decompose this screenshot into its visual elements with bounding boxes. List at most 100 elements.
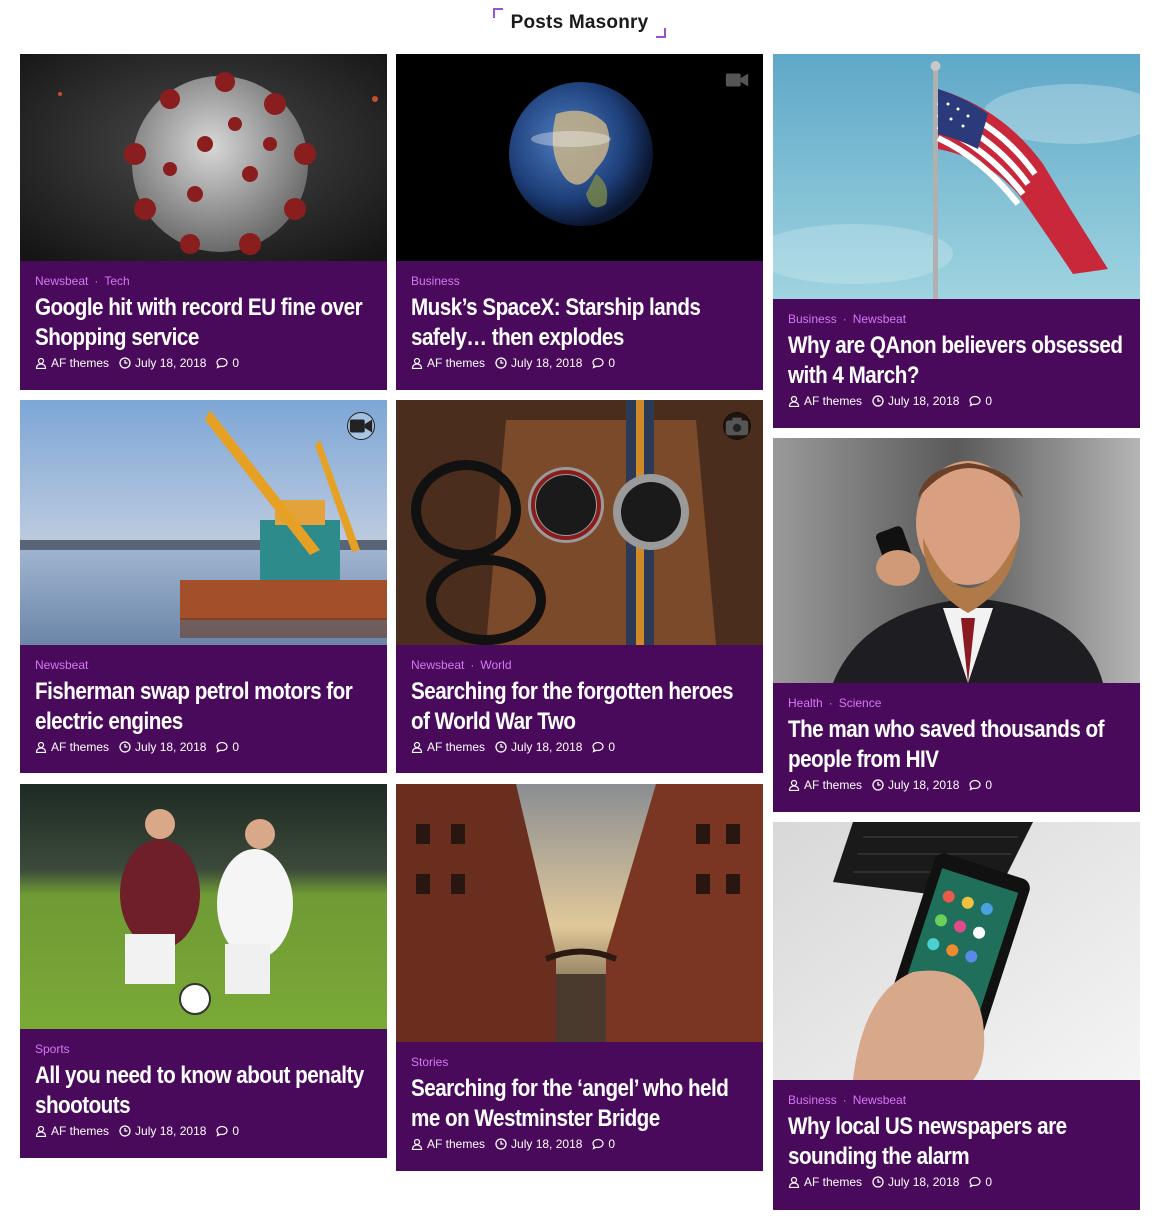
post-image[interactable] bbox=[396, 54, 763, 261]
post-card[interactable]: Stories Searching for the ‘angel’ who he… bbox=[396, 784, 763, 1171]
post-comments[interactable]: 0 bbox=[216, 1123, 239, 1139]
post-card[interactable]: Sports All you need to know about penalt… bbox=[20, 784, 387, 1158]
video-icon bbox=[349, 419, 373, 433]
post-author[interactable]: AF themes bbox=[411, 739, 485, 755]
post-image[interactable] bbox=[773, 54, 1140, 299]
comment-icon bbox=[592, 1138, 605, 1150]
post-meta: AF themes July 18, 2018 0 bbox=[788, 777, 1128, 793]
post-categories: Health · Science bbox=[788, 696, 882, 710]
post-image[interactable] bbox=[20, 400, 387, 645]
post-comments[interactable]: 0 bbox=[592, 739, 615, 755]
category-link[interactable]: Business bbox=[788, 1093, 837, 1107]
post-body: Newsbeat Fisherman swap petrol motors fo… bbox=[35, 657, 375, 755]
user-icon bbox=[35, 357, 47, 369]
post-author[interactable]: AF themes bbox=[411, 1136, 485, 1152]
post-body: Business · Newsbeat Why local US newspaper… bbox=[788, 1092, 1128, 1190]
post-date[interactable]: July 18, 2018 bbox=[119, 355, 206, 371]
post-body: Business · Newsbeat Why are QAnon believer… bbox=[788, 311, 1128, 409]
post-title[interactable]: Searching for the forgotten heroes of Wo… bbox=[411, 677, 750, 737]
post-meta: AF themes July 18, 2018 0 bbox=[35, 1123, 375, 1139]
post-title[interactable]: Google hit with record EU fine over Shop… bbox=[35, 293, 374, 353]
category-link[interactable]: Business bbox=[788, 312, 837, 326]
post-meta: AF themes July 18, 2018 0 bbox=[35, 739, 375, 755]
post-categories: Stories bbox=[411, 1054, 751, 1070]
post-comments[interactable]: 0 bbox=[216, 355, 239, 371]
post-date[interactable]: July 18, 2018 bbox=[119, 739, 206, 755]
clock-icon bbox=[495, 357, 507, 369]
category-link[interactable]: Newsbeat bbox=[853, 1093, 906, 1107]
flag-image bbox=[773, 54, 1140, 299]
user-icon bbox=[788, 1176, 800, 1188]
post-comments[interactable]: 0 bbox=[592, 1136, 615, 1152]
category-link[interactable]: Newsbeat bbox=[35, 274, 88, 288]
post-image[interactable] bbox=[396, 400, 763, 645]
post-date[interactable]: July 18, 2018 bbox=[119, 1123, 206, 1139]
post-author[interactable]: AF themes bbox=[788, 777, 862, 793]
category-link[interactable]: Science bbox=[839, 696, 882, 710]
post-meta: AF themes July 18, 2018 0 bbox=[411, 739, 751, 755]
post-title[interactable]: Fisherman swap petrol motors for electri… bbox=[35, 677, 374, 737]
category-link[interactable]: Newsbeat bbox=[853, 312, 906, 326]
post-comments[interactable]: 0 bbox=[969, 393, 992, 409]
post-author[interactable]: AF themes bbox=[35, 1123, 109, 1139]
post-date[interactable]: July 18, 2018 bbox=[495, 739, 582, 755]
post-title[interactable]: Why local US newspapers are sounding the… bbox=[788, 1112, 1127, 1172]
category-link[interactable]: Stories bbox=[411, 1055, 448, 1069]
comment-icon bbox=[592, 741, 605, 753]
post-card[interactable]: Newsbeat · World Searching for the forgott… bbox=[396, 400, 763, 773]
post-categories: Sports bbox=[35, 1041, 375, 1057]
ship-image bbox=[20, 400, 387, 645]
post-date[interactable]: July 18, 2018 bbox=[495, 355, 582, 371]
post-title[interactable]: Why are QAnon believers obsessed with 4 … bbox=[788, 331, 1127, 391]
post-card[interactable]: Business · Newsbeat Why are QAnon believer… bbox=[773, 54, 1140, 428]
user-icon bbox=[411, 357, 423, 369]
post-image[interactable] bbox=[773, 438, 1140, 683]
comment-icon bbox=[216, 1125, 229, 1137]
post-card[interactable]: Newsbeat Fisherman swap petrol motors fo… bbox=[20, 400, 387, 773]
post-comments[interactable]: 0 bbox=[969, 1174, 992, 1190]
clock-icon bbox=[119, 1125, 131, 1137]
post-card[interactable]: Business Musk’s SpaceX: Starship lands s… bbox=[396, 54, 763, 390]
post-author[interactable]: AF themes bbox=[35, 739, 109, 755]
post-card[interactable]: Health · Science The man who saved thousan… bbox=[773, 438, 1140, 812]
post-body: Stories Searching for the ‘angel’ who he… bbox=[411, 1054, 751, 1152]
category-link[interactable]: Sports bbox=[35, 1042, 70, 1056]
comment-icon bbox=[969, 779, 982, 791]
post-card[interactable]: Business · Newsbeat Why local US newspaper… bbox=[773, 822, 1140, 1210]
post-image[interactable] bbox=[20, 54, 387, 261]
post-categories: Newsbeat · World bbox=[411, 658, 512, 672]
post-date[interactable]: July 18, 2018 bbox=[872, 393, 959, 409]
post-comments[interactable]: 0 bbox=[216, 739, 239, 755]
post-author[interactable]: AF themes bbox=[411, 355, 485, 371]
post-comments[interactable]: 0 bbox=[969, 777, 992, 793]
post-image[interactable] bbox=[396, 784, 763, 1042]
post-comments[interactable]: 0 bbox=[592, 355, 615, 371]
post-image[interactable] bbox=[20, 784, 387, 1029]
category-link[interactable]: World bbox=[480, 658, 511, 672]
post-title[interactable]: The man who saved thousands of people fr… bbox=[788, 715, 1127, 775]
post-author[interactable]: AF themes bbox=[788, 1174, 862, 1190]
post-body: Health · Science The man who saved thousan… bbox=[788, 695, 1128, 793]
post-title[interactable]: Musk’s SpaceX: Starship lands safely… th… bbox=[411, 293, 750, 353]
category-link[interactable]: Business bbox=[411, 274, 460, 288]
user-icon bbox=[788, 779, 800, 791]
category-link[interactable]: Newsbeat bbox=[411, 658, 464, 672]
post-title[interactable]: Searching for the ‘angel’ who held me on… bbox=[411, 1074, 750, 1134]
post-author[interactable]: AF themes bbox=[35, 355, 109, 371]
section-title-wrap: Posts Masonry bbox=[491, 8, 669, 38]
post-card[interactable]: Newsbeat · Tech Google hit with record EU … bbox=[20, 54, 387, 390]
post-date[interactable]: July 18, 2018 bbox=[872, 1174, 959, 1190]
category-link[interactable]: Tech bbox=[104, 274, 129, 288]
post-author[interactable]: AF themes bbox=[788, 393, 862, 409]
post-categories: Business · Newsbeat bbox=[788, 1093, 907, 1107]
post-meta: AF themes July 18, 2018 0 bbox=[411, 355, 751, 371]
post-image[interactable] bbox=[773, 822, 1140, 1080]
post-title[interactable]: All you need to know about penalty shoot… bbox=[35, 1061, 374, 1121]
post-date[interactable]: July 18, 2018 bbox=[495, 1136, 582, 1152]
section-header: Posts Masonry bbox=[0, 8, 1159, 38]
category-link[interactable]: Health bbox=[788, 696, 823, 710]
post-categories: Newsbeat bbox=[35, 657, 375, 673]
clock-icon bbox=[872, 1176, 884, 1188]
category-link[interactable]: Newsbeat bbox=[35, 658, 88, 672]
post-date[interactable]: July 18, 2018 bbox=[872, 777, 959, 793]
